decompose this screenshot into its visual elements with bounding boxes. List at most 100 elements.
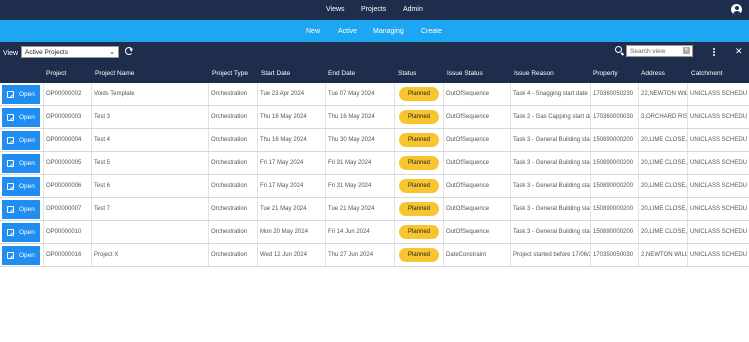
status-badge: Planned xyxy=(399,133,439,147)
cell-project-type: Orchestration xyxy=(208,175,257,197)
status-badge: Planned xyxy=(399,179,439,193)
cell-end-date: Tue 07 May 2024 xyxy=(325,83,394,105)
status-badge: Planned xyxy=(399,225,439,239)
cell-status: Planned xyxy=(394,198,443,220)
cell-project-type: Orchestration xyxy=(208,106,257,128)
open-button[interactable]: Open xyxy=(2,85,40,104)
cell-issue-reason: Task 3 - General Building star xyxy=(510,221,590,243)
col-header-issue-reason[interactable]: Issue Reason xyxy=(514,70,554,77)
open-button-label: Open xyxy=(19,91,35,98)
cell-end-date: Thu 27 Jun 2024 xyxy=(325,244,394,266)
external-link-icon xyxy=(7,229,14,236)
external-link-icon xyxy=(7,114,14,121)
open-button[interactable]: Open xyxy=(2,108,40,127)
col-header-start-date[interactable]: Start Date xyxy=(261,70,290,77)
open-button[interactable]: Open xyxy=(2,131,40,150)
open-button[interactable]: Open xyxy=(2,246,40,265)
cell-project: OP00000004 xyxy=(43,129,91,151)
refresh-icon[interactable] xyxy=(125,47,133,55)
cell-project-type: Orchestration xyxy=(208,221,257,243)
cell-start-date: Fri 17 May 2024 xyxy=(257,152,325,174)
cell-catchment: UNICLASS SCHEDU xyxy=(687,175,749,197)
cell-property: 170360000030 xyxy=(590,106,638,128)
external-link-icon xyxy=(7,252,14,259)
status-badge: Planned xyxy=(399,156,439,170)
table-row: Open OP00000010 Orchestration Mon 20 May 20… xyxy=(0,221,749,244)
cell-address: 3,ORCHARD RIS xyxy=(638,106,687,128)
cell-property: 170360050230 xyxy=(590,83,638,105)
cell-address: 20,LIME CLOSE, xyxy=(638,152,687,174)
open-button[interactable]: Open xyxy=(2,154,40,173)
view-select-value: Active Projects xyxy=(25,49,68,56)
cell-issue-status: OutOfSequence xyxy=(443,106,510,128)
cell-end-date: Fri 31 May 2024 xyxy=(325,175,394,197)
cell-property: 150890000200 xyxy=(590,152,638,174)
cell-project-name: Test 3 xyxy=(91,106,208,128)
table-row: Open OP00000007 Test 7 Orchestration Tue 21 … xyxy=(0,198,749,221)
col-header-project-name[interactable]: Project Name xyxy=(95,70,134,77)
cell-property: 150890000200 xyxy=(590,221,638,243)
col-header-address[interactable]: Address xyxy=(641,70,665,77)
nav-admin[interactable]: Admin xyxy=(403,6,423,13)
col-header-issue-status[interactable]: Issue Status xyxy=(447,70,483,77)
cell-project-type: Orchestration xyxy=(208,244,257,266)
cell-end-date: Thu 30 May 2024 xyxy=(325,129,394,151)
cell-catchment: UNICLASS SCHEDU xyxy=(687,106,749,128)
col-header-property[interactable]: Property xyxy=(593,70,618,77)
cell-status: Planned xyxy=(394,152,443,174)
cell-project-name: Test 6 xyxy=(91,175,208,197)
cell-property: 170350050030 xyxy=(590,244,638,266)
cell-project: OP00000016 xyxy=(43,244,91,266)
cell-issue-status: OutOfSequence xyxy=(443,198,510,220)
col-header-project[interactable]: Project xyxy=(46,70,66,77)
open-button[interactable]: Open xyxy=(2,200,40,219)
cell-project-type: Orchestration xyxy=(208,129,257,151)
cell-issue-status: OutOfSequence xyxy=(443,83,510,105)
search-input[interactable]: Search view ✕ xyxy=(626,45,693,57)
cell-property: 150890000200 xyxy=(590,198,638,220)
col-header-project-type[interactable]: Project Type xyxy=(212,70,248,77)
cell-end-date: Fri 14 Jun 2024 xyxy=(325,221,394,243)
cell-issue-reason: Task 4 - Snagging start date xyxy=(510,83,590,105)
close-icon[interactable]: ✕ xyxy=(735,46,743,57)
cell-property: 150890000200 xyxy=(590,175,638,197)
cell-status: Planned xyxy=(394,175,443,197)
cell-start-date: Fri 17 May 2024 xyxy=(257,175,325,197)
col-header-end-date[interactable]: End Date xyxy=(328,70,355,77)
search-placeholder: Search view xyxy=(630,48,666,55)
cell-issue-status: OutOfSequence xyxy=(443,129,510,151)
cell-address: 22,NEWTON WIL xyxy=(638,83,687,105)
cell-project-name: Test 4 xyxy=(91,129,208,151)
sub-nav-bar: New Active Managing Create xyxy=(0,20,749,42)
cell-start-date: Wed 12 Jun 2024 xyxy=(257,244,325,266)
cell-issue-reason: Task 3 - General Building star xyxy=(510,175,590,197)
subnav-new[interactable]: New xyxy=(306,28,320,35)
nav-views[interactable]: Views xyxy=(326,6,345,13)
cell-start-date: Thu 16 May 2024 xyxy=(257,129,325,151)
table-row: Open OP00000005 Test 5 Orchestration Fri 17 … xyxy=(0,152,749,175)
cell-project-type: Orchestration xyxy=(208,83,257,105)
open-button[interactable]: Open xyxy=(2,177,40,196)
col-header-status[interactable]: Status xyxy=(398,70,416,77)
open-button-label: Open xyxy=(19,252,35,259)
cell-status: Planned xyxy=(394,129,443,151)
view-select[interactable]: Active Projects ⌄ xyxy=(21,46,119,58)
external-link-icon xyxy=(7,183,14,190)
subnav-managing[interactable]: Managing xyxy=(373,28,404,35)
cell-project: OP00000010 xyxy=(43,221,91,243)
nav-projects[interactable]: Projects xyxy=(361,6,386,13)
subnav-create[interactable]: Create xyxy=(421,28,442,35)
cell-project-name: Test 5 xyxy=(91,152,208,174)
col-header-catchment[interactable]: Catchment xyxy=(691,70,722,77)
user-avatar-icon[interactable] xyxy=(731,4,742,15)
cell-issue-status: DateConstraint xyxy=(443,244,510,266)
open-button[interactable]: Open xyxy=(2,223,40,242)
table-row: Open OP00000006 Test 6 Orchestration Fri 17 … xyxy=(0,175,749,198)
cell-address: 20,LIME CLOSE, xyxy=(638,198,687,220)
clear-search-icon[interactable]: ✕ xyxy=(683,47,690,54)
subnav-active[interactable]: Active xyxy=(338,28,357,35)
open-button-label: Open xyxy=(19,160,35,167)
table-row: Open OP00000002 Voids Template Orchestratio… xyxy=(0,83,749,106)
more-options-icon[interactable] xyxy=(713,48,715,56)
cell-catchment: UNICLASS SCHEDU xyxy=(687,152,749,174)
